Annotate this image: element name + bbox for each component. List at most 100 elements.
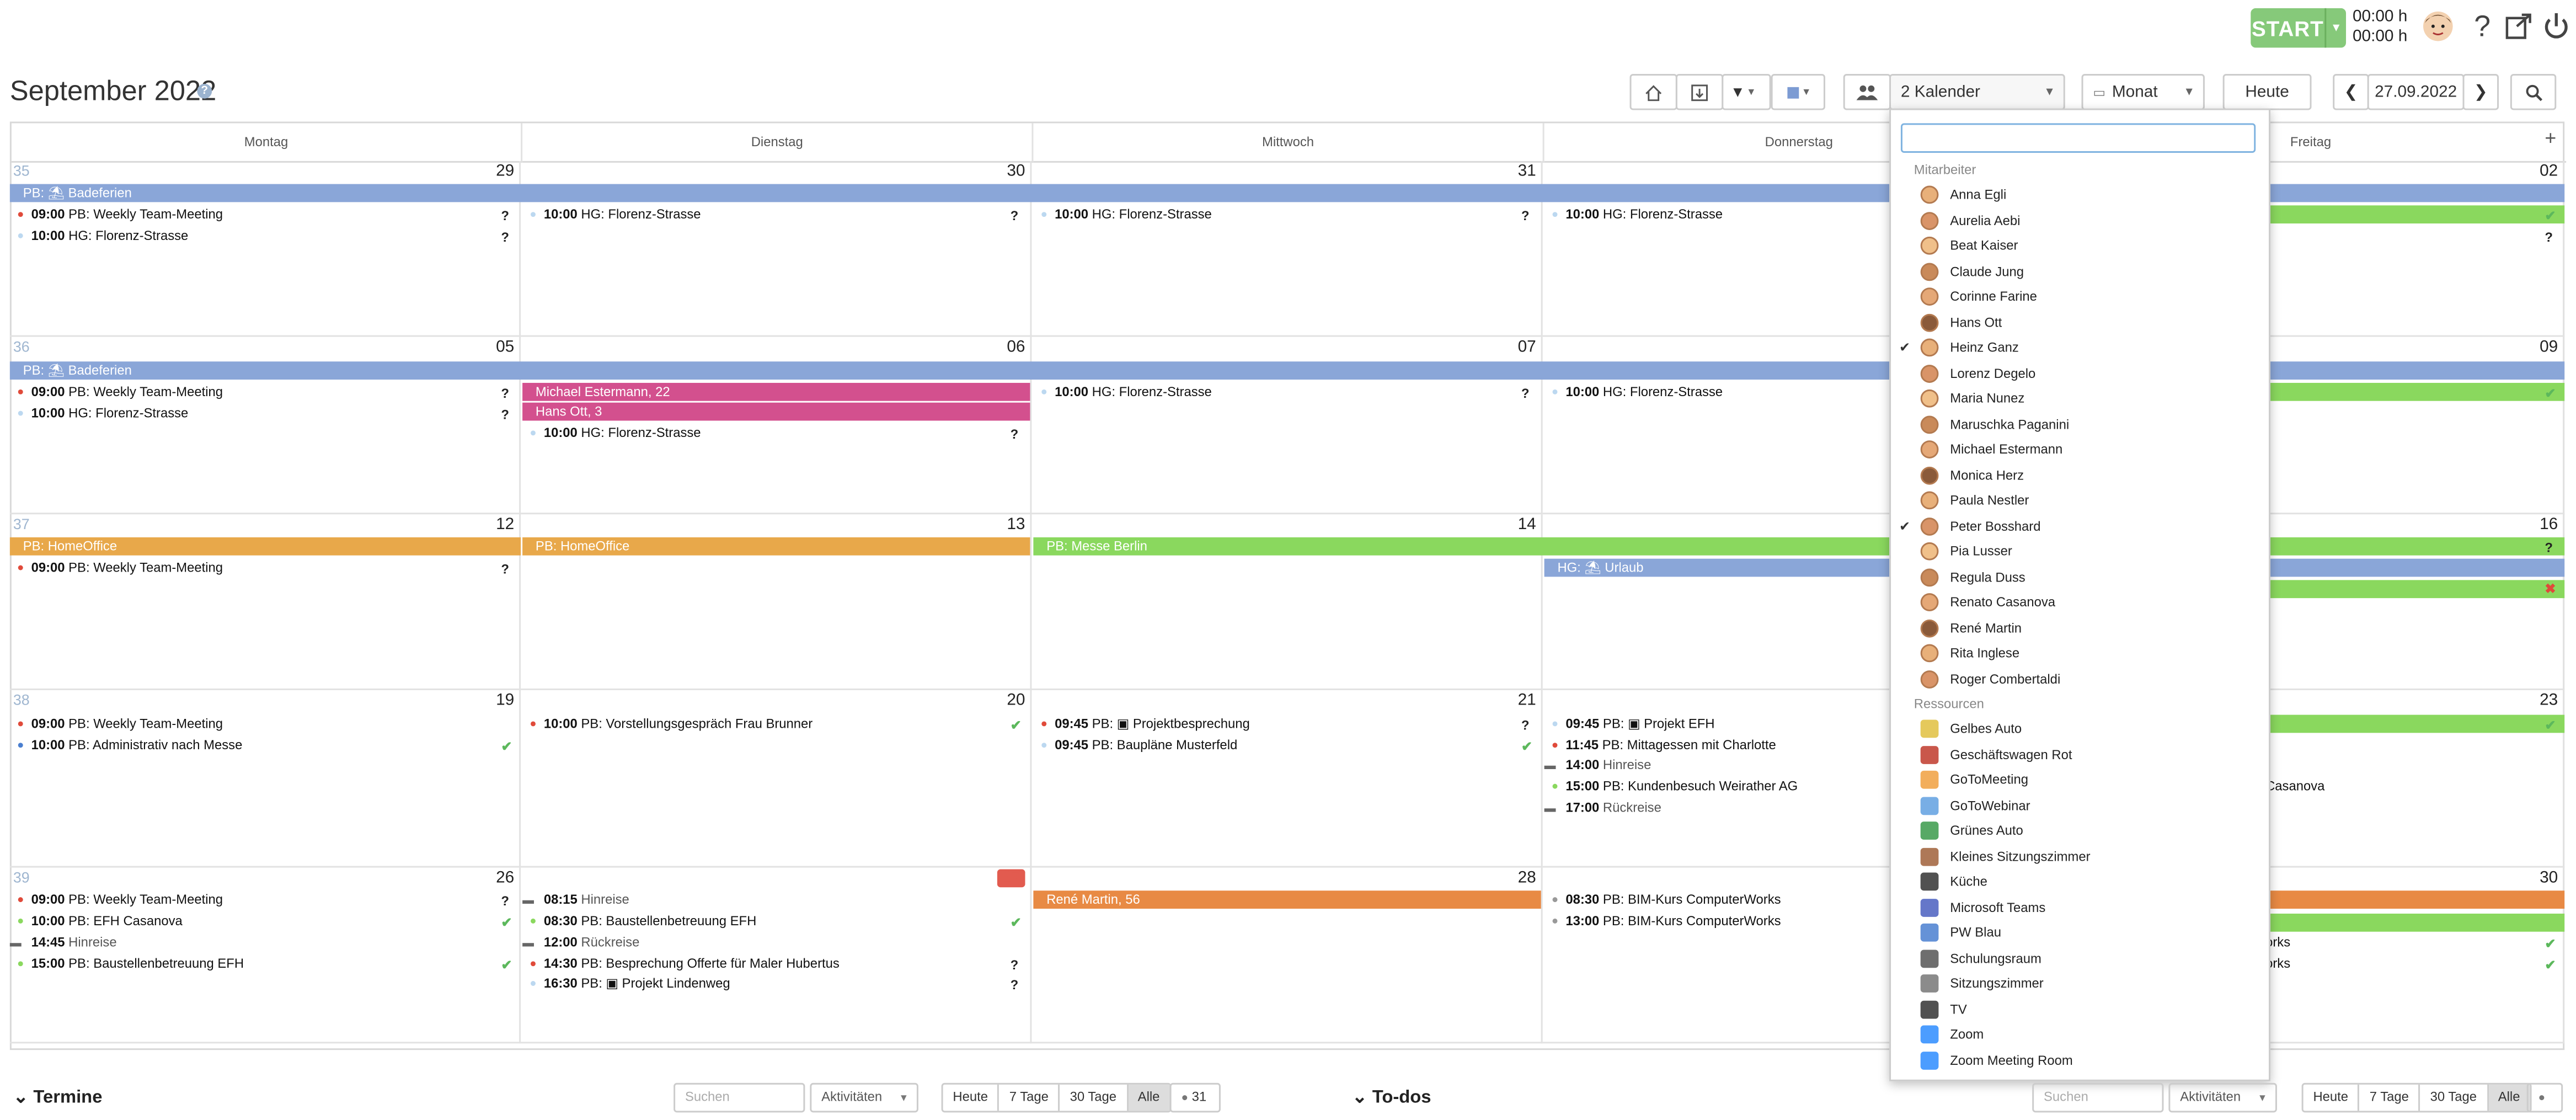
calendar-option-resource[interactable]: Sitzungszimmer <box>1891 971 2265 996</box>
calendar-option-staff[interactable]: Aurelia Aebi <box>1891 208 2265 233</box>
calendar-option-resource[interactable]: GoToWebinar <box>1891 793 2265 818</box>
calendar-event[interactable]: 14:30 PB: Besprechung Offerte für Maler … <box>522 954 840 974</box>
calendar-option-staff[interactable]: René Martin <box>1891 615 2265 640</box>
team-button[interactable] <box>1843 74 1891 110</box>
event-bar[interactable]: PB: Messe Berlin <box>1033 537 2565 556</box>
todos-search-input[interactable]: Suchen <box>2032 1082 2164 1113</box>
calendar-event[interactable]: 10:00 HG: Florenz-Strasse <box>10 404 188 424</box>
range-7-days[interactable]: 7 Tage <box>2360 1084 2420 1111</box>
calendar-event[interactable]: 09:00 PB: Weekly Team-Meeting <box>10 559 223 579</box>
termine-search-input[interactable]: Suchen <box>674 1082 805 1113</box>
calendar-option-staff[interactable]: Michael Estermann <box>1891 437 2265 462</box>
calendar-event[interactable]: 09:00 PB: Weekly Team-Meeting <box>10 205 223 225</box>
calendar-option-staff[interactable]: Corinne Farine <box>1891 284 2265 309</box>
search-button[interactable] <box>2510 74 2557 110</box>
calendar-event[interactable]: 08:30 PB: Baustellenbetreuung EFH <box>522 912 756 932</box>
termine-toggle[interactable]: ⌄ Termine <box>13 1086 103 1108</box>
calendar-option-staff[interactable]: Maria Nunez <box>1891 386 2265 411</box>
calendar-event[interactable]: 10:00 PB: Administrativ nach Messe <box>10 736 242 756</box>
calendar-select[interactable]: 2 Kalender ▼ <box>1889 74 2065 110</box>
calendar-option-staff[interactable]: Anna Egli <box>1891 183 2265 207</box>
view-select[interactable]: ▭ Monat ▼ <box>2081 74 2205 110</box>
calendar-option-resource[interactable]: TV <box>1891 996 2265 1021</box>
birthday-bar[interactable]: Michael Estermann, 22 <box>522 382 1030 401</box>
help-icon[interactable]: ? <box>197 83 212 99</box>
calendar-option-staff[interactable]: Lorenz Degelo <box>1891 361 2265 386</box>
calendar-option-staff[interactable]: Beat Kaiser <box>1891 233 2265 258</box>
range-today[interactable]: Heute <box>943 1084 1000 1111</box>
range-today[interactable]: Heute <box>2304 1084 2360 1111</box>
date-field[interactable]: 27.09.2022 <box>2367 74 2465 110</box>
calendar-option-resource[interactable]: Zoom Meeting Room <box>1891 1048 2265 1073</box>
termine-count[interactable]: ● 31 <box>1169 1082 1221 1113</box>
calendar-event[interactable]: 11:45 PB: Mittagessen mit Charlotte <box>1544 736 1776 756</box>
start-button[interactable]: START ▼ <box>2251 8 2347 48</box>
calendar-option-staff[interactable]: Maruschka Paganini <box>1891 412 2265 436</box>
termine-range[interactable]: Heute 7 Tage 30 Tage Alle <box>941 1082 1172 1113</box>
range-7-days[interactable]: 7 Tage <box>1000 1084 1060 1111</box>
calendar-event[interactable]: 10:00 HG: Florenz-Strasse <box>1544 205 1723 225</box>
calendar-option-resource[interactable]: Schulungsraum <box>1891 946 2265 970</box>
power-icon[interactable] <box>2540 10 2573 43</box>
range-all[interactable]: Alle <box>1127 1084 1170 1111</box>
calendar-event[interactable]: ▬ 17:00 Rückreise <box>1544 798 1661 818</box>
calendar-option-resource[interactable]: GoToMeeting <box>1891 767 2265 792</box>
calendar-event[interactable]: 10:00 HG: Florenz-Strasse <box>10 227 188 247</box>
calendar-event[interactable]: ▬ 14:00 Hinreise <box>1544 756 1652 776</box>
next-button[interactable]: ❯ <box>2462 74 2499 110</box>
calendar-event[interactable]: 10:00 HG: Florenz-Strasse <box>522 424 701 444</box>
help-icon[interactable]: ? <box>2466 9 2499 43</box>
calendar-option-staff[interactable]: Regula Duss <box>1891 564 2265 589</box>
calendar-event[interactable]: 08:30 PB: BIM-Kurs ComputerWorks <box>1544 890 1781 910</box>
calendar-option-staff[interactable]: Claude Jung <box>1891 259 2265 284</box>
calendar-option-staff[interactable]: Monica Herz <box>1891 462 2265 487</box>
calendar-option-resource[interactable]: Microsoft Teams <box>1891 895 2265 920</box>
avatar[interactable] <box>2422 10 2455 43</box>
todos-range[interactable]: Heute 7 Tage 30 Tage Alle <box>2301 1082 2532 1113</box>
calendar-option-resource[interactable]: PW Blau <box>1891 920 2265 945</box>
today-button[interactable]: Heute <box>2222 74 2312 110</box>
calendar-option-staff[interactable]: Pia Lusser <box>1891 539 2265 564</box>
calendar-event[interactable]: 09:00 PB: Weekly Team-Meeting <box>10 890 223 910</box>
homeoffice-bar[interactable]: PB: HomeOffice <box>522 537 1030 556</box>
termine-activities-select[interactable]: Aktivitäten ▼ <box>810 1082 918 1113</box>
calendar-event[interactable]: 15:00 PB: Baustellenbetreuung EFH <box>10 954 244 974</box>
filter-button[interactable]: ▼ ▾ <box>1722 74 1771 110</box>
import-button[interactable] <box>1675 74 1724 110</box>
calendar-option-staff[interactable]: Renato Casanova <box>1891 590 2265 615</box>
calendar-option-resource[interactable]: Gelbes Auto <box>1891 717 2265 742</box>
calendar-event[interactable]: 13:00 PB: BIM-Kurs ComputerWorks <box>1544 912 1781 932</box>
calendar-option-staff[interactable]: ✔ Peter Bosshard <box>1891 514 2265 538</box>
range-30-days[interactable]: 30 Tage <box>1060 1084 1128 1111</box>
calendar-option-staff[interactable]: Roger Combertaldi <box>1891 666 2265 691</box>
homeoffice-bar[interactable]: PB: HomeOffice <box>9 537 521 556</box>
home-button[interactable] <box>1629 74 1677 110</box>
calendar-event[interactable]: 10:00 HG: Florenz-Strasse <box>1033 383 1212 403</box>
calendar-search-input[interactable] <box>1900 123 2256 153</box>
todos-toggle[interactable]: ⌄ To-dos <box>1352 1086 1431 1108</box>
calendar-event[interactable]: 09:45 PB: Baupläne Musterfeld <box>1033 736 1237 756</box>
calendar-event[interactable]: 09:00 PB: Weekly Team-Meeting <box>10 383 223 403</box>
calendar-option-staff[interactable]: ✔ Heinz Ganz <box>1891 335 2265 360</box>
calendar-event[interactable]: 15:00 PB: Kundenbesuch Weirather AG <box>1544 777 1798 797</box>
event-title[interactable]: Casanova <box>2265 777 2324 797</box>
calendar-event[interactable]: 16:30 PB: ▣ Projekt Lindenweg <box>522 974 730 994</box>
prev-button[interactable]: ❮ <box>2333 74 2369 110</box>
todos-activities-select[interactable]: Aktivitäten ▼ <box>2168 1082 2277 1113</box>
calendar-event[interactable]: 10:00 PB: Vorstellungsgespräch Frau Brun… <box>522 715 813 735</box>
calendar-event[interactable]: ▬ 14:45 Hinreise <box>10 934 117 953</box>
calendar-event[interactable]: 09:45 PB: ▣ Projekt EFH <box>1544 715 1715 735</box>
calendar-option-resource[interactable]: Zoom <box>1891 1022 2265 1047</box>
calendar-event[interactable]: 10:00 PB: EFH Casanova <box>10 912 183 932</box>
calendar-event[interactable]: ▬ 12:00 Rückreise <box>522 934 639 953</box>
calendar-option-staff[interactable]: Rita Inglese <box>1891 641 2265 666</box>
chevron-down-icon[interactable]: ▼ <box>2324 8 2346 48</box>
calendar-option-resource[interactable]: Geschäftswagen Rot <box>1891 742 2265 767</box>
calendar-event[interactable]: 10:00 HG: Florenz-Strasse <box>522 205 701 225</box>
todos-status-button[interactable]: ● <box>2526 1082 2563 1113</box>
logout-icon[interactable] <box>2502 10 2535 43</box>
calendar-event[interactable]: 09:00 PB: Weekly Team-Meeting <box>10 715 223 735</box>
calendar-event[interactable]: 10:00 HG: Florenz-Strasse <box>1544 383 1723 403</box>
calendar-option-staff[interactable]: Hans Ott <box>1891 310 2265 334</box>
range-30-days[interactable]: 30 Tage <box>2420 1084 2488 1111</box>
